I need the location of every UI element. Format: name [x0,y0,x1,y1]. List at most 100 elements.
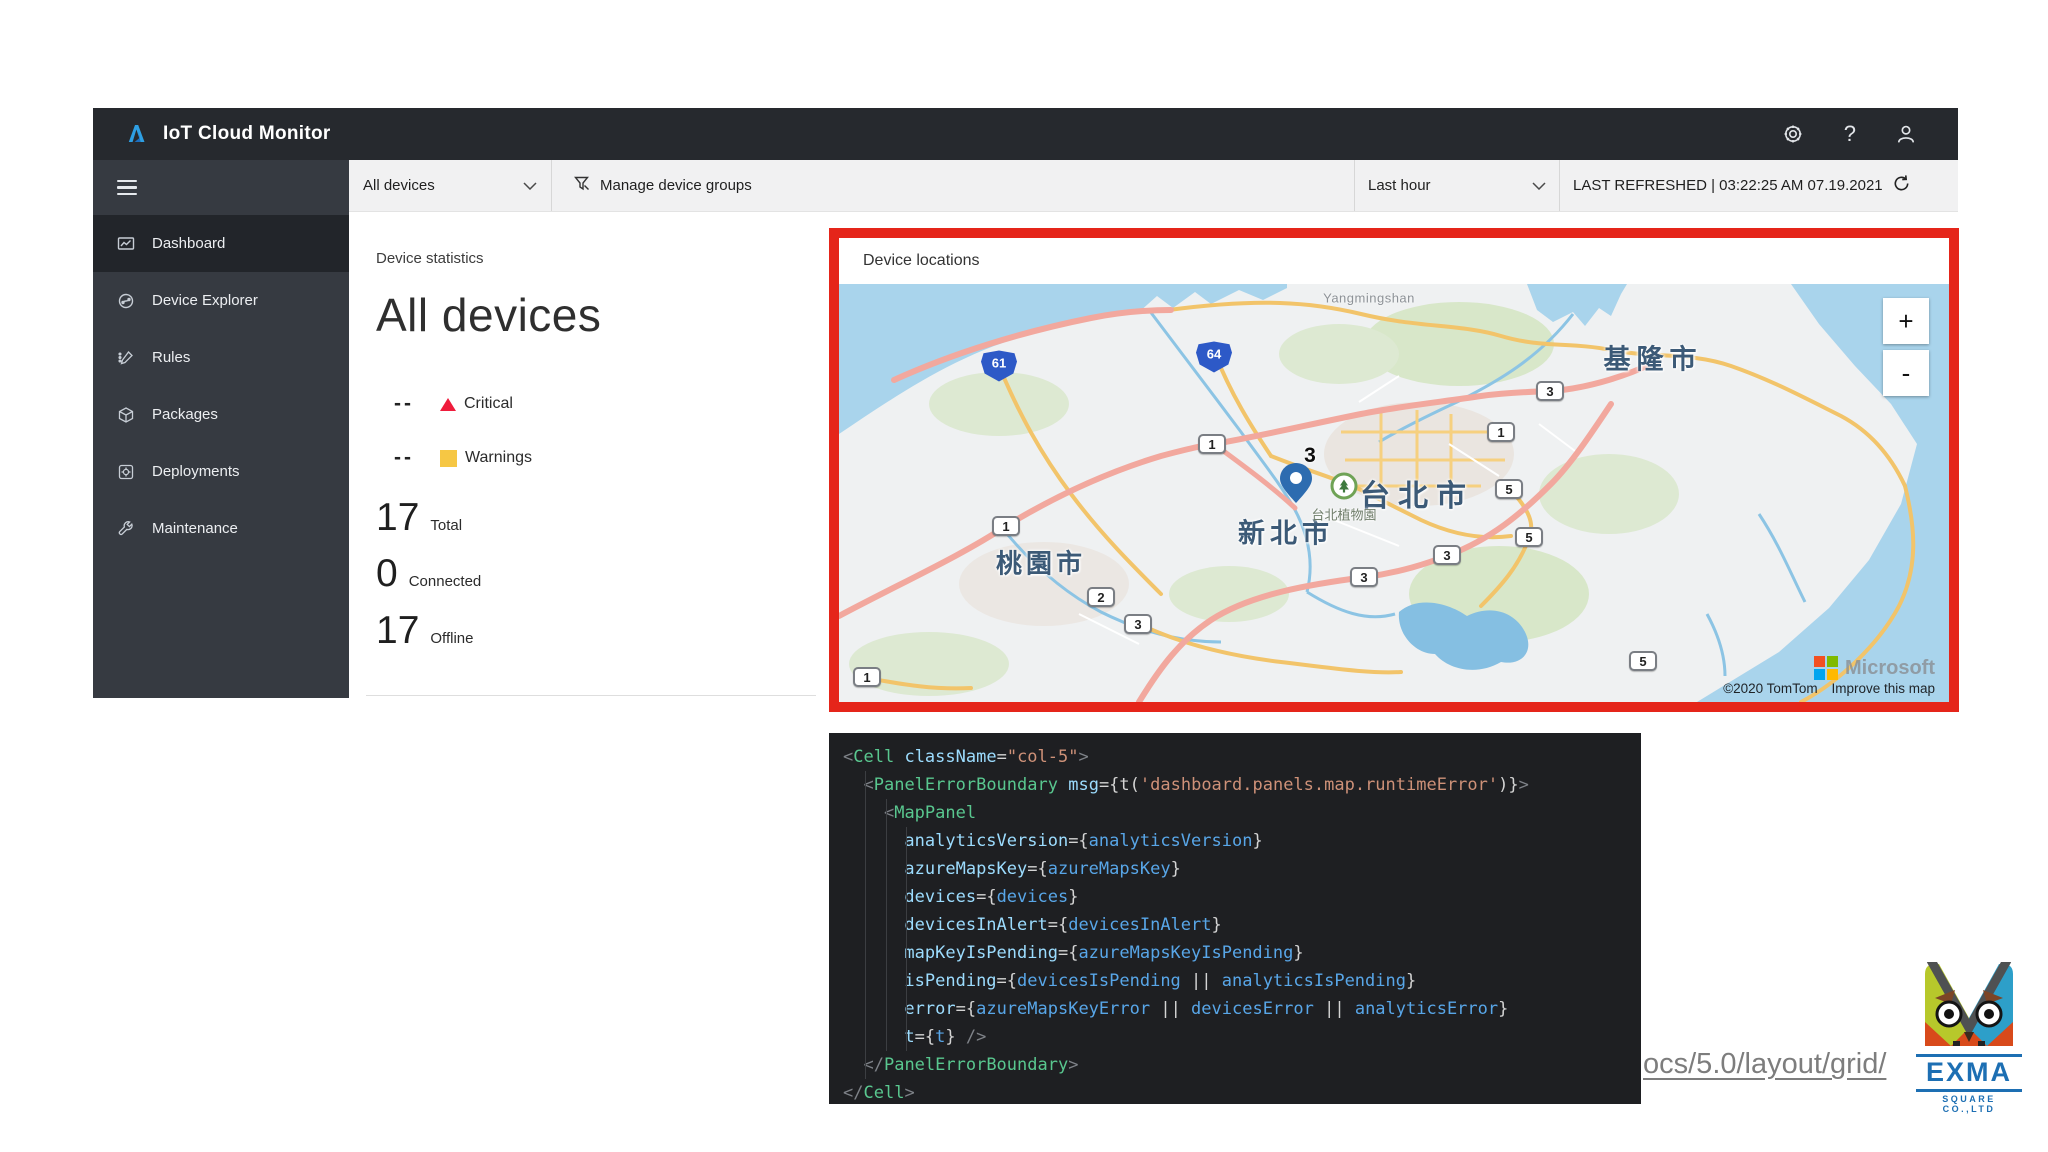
device-statistics-panel: Device statistics All devices -- Critica… [366,244,816,696]
exma-owl-icon [1925,957,2013,1046]
sidebar-item-label: Dashboard [152,235,226,252]
connected-label: Connected [408,573,482,590]
road-shield-1: 1 [1198,434,1226,454]
exma-wordmark: EXMA [1916,1054,2022,1092]
device-explorer-icon [117,292,135,310]
total-value: 17 [376,496,420,539]
sidebar-item-label: Deployments [152,463,240,480]
warnings-label: Warnings [465,449,532,466]
city-label-taoyuan: 桃園市 [995,548,1087,579]
map-area-label: Yangmingshan [1323,290,1415,306]
panel-title: Device locations [863,252,980,269]
manage-device-groups-button[interactable]: Manage device groups [552,160,1355,211]
device-group-value: All devices [363,177,435,194]
device-cluster-pin-icon[interactable] [1279,462,1313,509]
time-range-value: Last hour [1368,177,1431,194]
app-topbar: IoT Cloud Monitor ? [93,108,1958,160]
settings-gear-icon[interactable] [1782,123,1804,145]
offline-value: 17 [376,609,420,652]
sidebar-item-label: Rules [152,349,191,366]
sidebar-item-maintenance[interactable]: Maintenance [93,500,349,557]
indent-guide [906,827,907,1051]
deployments-icon [117,463,135,481]
critical-label: Critical [464,395,513,412]
device-cluster-count: 3 [1304,444,1316,467]
critical-value: -- [394,392,414,415]
dashboard-icon [117,235,135,253]
microsoft-squares-icon [1814,656,1838,680]
road-shield-1: 1 [1487,422,1515,442]
improve-map-link[interactable]: Improve this map [1831,681,1935,696]
panel-title: Device statistics [376,250,484,267]
sidebar-item-packages[interactable]: Packages [93,386,349,443]
help-icon[interactable]: ? [1844,123,1856,145]
last-refreshed-control[interactable]: LAST REFRESHED | 03:22:25 AM 07.19.2021 [1560,160,1958,211]
screenshot-canvas: IoT Cloud Monitor ? Dashboard Device Exp… [0,0,2048,1152]
device-group-title: All devices [376,289,602,341]
road-shield-3: 3 [1124,614,1152,634]
offline-stat-row: 17 Offline [376,609,473,653]
city-label-taipei: 台北市 [1360,480,1474,513]
road-shield-3: 3 [1350,567,1378,587]
device-group-dropdown[interactable]: All devices [349,160,552,211]
filter-funnel-icon [574,176,590,195]
sidebar: Dashboard Device Explorer Rules Packages… [93,160,349,698]
road-shield-5: 5 [1629,651,1657,671]
zoom-in-button[interactable]: + [1883,298,1929,344]
last-refreshed-text: LAST REFRESHED | 03:22:25 AM 07.19.2021 [1573,177,1883,194]
code-block: <Cell className="col-5"> <PanelErrorBoun… [843,747,1529,1103]
docs-grid-link[interactable]: ocs/5.0/layout/grid/ [1643,1048,1886,1081]
app-title: IoT Cloud Monitor [163,123,331,144]
road-shield-3: 3 [1433,545,1461,565]
packages-icon [117,406,135,424]
road-shield-5: 5 [1515,527,1543,547]
road-shield-5: 5 [1495,479,1523,499]
microsoft-logo: Microsoft [1723,656,1935,680]
total-label: Total [430,517,463,534]
zoom-out-button[interactable]: - [1883,350,1929,396]
critical-triangle-icon [440,397,456,411]
sidebar-item-dashboard[interactable]: Dashboard [93,215,349,272]
indent-guide [865,771,866,1079]
azure-logo-icon [125,122,149,146]
total-stat-row: 17 Total [376,496,462,540]
refresh-icon[interactable] [1892,174,1911,197]
device-locations-panel: Device locations Yangmingshan 基隆市 台北市 新北… [829,228,1959,712]
warnings-square-icon [440,449,457,467]
time-range-dropdown[interactable]: Last hour [1355,160,1560,211]
exma-logo: EXMA SQUARE CO.,LTD [1916,957,2022,1114]
map-copyright: ©2020 TomTom [1723,681,1818,696]
road-shield-3: 3 [1536,381,1564,401]
sidebar-item-device-explorer[interactable]: Device Explorer [93,272,349,329]
park-poi-icon [1330,472,1358,500]
map-view[interactable]: Yangmingshan 基隆市 台北市 新北市 桃園市 61 64 13151… [839,284,1949,702]
indent-guide [886,799,887,1051]
profile-icon[interactable] [1896,124,1916,144]
sidebar-item-deployments[interactable]: Deployments [93,443,349,500]
manage-device-groups-label: Manage device groups [600,177,752,194]
hamburger-menu-icon[interactable] [93,160,349,215]
warnings-stat-row: -- Warnings [394,446,532,470]
map-attribution: Microsoft ©2020 TomTom Improve this map [1723,656,1935,696]
road-shield-1: 1 [853,667,881,687]
chevron-down-icon [523,181,537,190]
maintenance-icon [117,520,135,538]
topbar-actions: ? [1782,123,1916,145]
chevron-down-icon [1532,181,1546,190]
sidebar-item-label: Maintenance [152,520,238,537]
sidebar-item-rules[interactable]: Rules [93,329,349,386]
critical-stat-row: -- Critical [394,392,513,416]
park-poi-label: 台北植物園 [1311,507,1377,523]
exma-subtitle: SQUARE CO.,LTD [1942,1093,1996,1114]
microsoft-wordmark: Microsoft [1845,656,1935,679]
offline-label: Offline [430,630,474,647]
road-shield-1: 1 [992,516,1020,536]
warnings-value: -- [394,446,414,469]
rules-icon [117,349,135,367]
road-shield-2: 2 [1087,587,1115,607]
code-snippet-panel: <Cell className="col-5"> <PanelErrorBoun… [829,733,1641,1104]
sidebar-item-label: Device Explorer [152,292,258,309]
connected-value: 0 [376,552,398,595]
dashboard-toolbar: All devices Manage device groups Last ho… [349,160,1958,212]
connected-stat-row: 0 Connected [376,552,481,596]
